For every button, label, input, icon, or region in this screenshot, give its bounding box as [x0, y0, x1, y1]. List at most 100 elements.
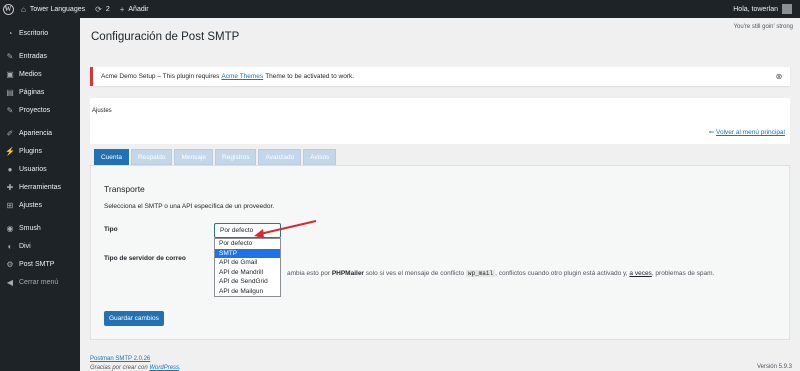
tab-registros[interactable]: Registros — [215, 149, 257, 165]
dashboard-icon: ◔ — [7, 28, 13, 38]
sidebar-item-escritorio[interactable]: ◔ Escritorio — [0, 24, 80, 42]
updates-icon: ⟳ — [95, 4, 102, 14]
sidebar-item-label: Cerrar menú — [19, 278, 59, 286]
error-notice: Acme Demo Setup – This plugin requires A… — [90, 67, 790, 86]
footer-thanks: Gracias por crear con — [90, 365, 148, 371]
back-link-label: Volver al menú principal — [715, 129, 785, 136]
sidebar-item-plugins[interactable]: ⚡ Plugins — [0, 142, 80, 160]
sidebar-item-label: Páginas — [19, 88, 45, 96]
new-label: Añadir — [128, 5, 149, 13]
tab-cuenta[interactable]: Cuenta — [94, 149, 129, 165]
tab-avisos[interactable]: Avisos — [303, 149, 337, 165]
site-name-link[interactable]: ⌂ Tower Languages — [16, 0, 90, 18]
wordpress-logo-menu[interactable]: W — [0, 0, 16, 18]
plugin-version-link[interactable]: Postman SMTP 2.0.26 — [90, 355, 181, 364]
tab-respaldo[interactable]: Respaldo — [130, 149, 173, 165]
select-value: Por defecto — [220, 227, 254, 234]
updates-link[interactable]: ⟳ 2 — [90, 0, 115, 18]
new-content-link[interactable]: + Añadir — [115, 0, 154, 18]
sidebar-item-label: Smush — [19, 224, 41, 232]
footer-left: Postman SMTP 2.0.26 Gracias por crear co… — [90, 355, 181, 371]
tab-mensaje[interactable]: Mensaje — [174, 149, 214, 165]
dismiss-icon[interactable]: ⊗ — [774, 71, 784, 81]
option-api-sendgrid[interactable]: API de SendGrid — [215, 277, 280, 287]
acme-themes-link[interactable]: Acme Themes — [221, 73, 263, 80]
sidebar-item-label: Ajustes — [19, 201, 42, 209]
option-api-mandrill[interactable]: API de Mandrill — [215, 268, 280, 278]
option-api-gmail[interactable]: API de Gmail — [215, 258, 280, 268]
gear-icon: ⚙ — [6, 259, 14, 269]
smush-icon: ◉ — [6, 223, 14, 233]
home-icon: ⌂ — [21, 4, 26, 14]
settings-panel: Ajustes ⇐ Volver al menú principal — [90, 98, 790, 144]
save-changes-button[interactable]: Guardar cambios — [104, 311, 164, 326]
sidebar-item-herramientas[interactable]: ✚ Herramientas — [0, 178, 80, 196]
sidebar-item-label: Escritorio — [19, 29, 49, 37]
sidebar-item-ajustes[interactable]: ⊞ Ajustes — [0, 196, 80, 214]
sidebar-item-label: Post SMTP — [19, 260, 55, 268]
brush-icon: ✐ — [6, 128, 14, 138]
main-content: You're still goin' strong Configuración … — [80, 18, 800, 371]
help-end: , problemas de spam. — [651, 270, 715, 277]
page-title: Configuración de Post SMTP — [91, 31, 240, 43]
sidebar-item-apariencia[interactable]: ✐ Apariencia — [0, 124, 80, 142]
back-to-main-menu-link[interactable]: ⇐ Volver al menú principal — [709, 128, 785, 136]
sidebar-item-label: Divi — [19, 242, 31, 250]
transport-type-select[interactable]: Por defecto ⌄ — [214, 223, 281, 238]
option-api-mailgun[interactable]: API de Mailgun — [215, 287, 280, 297]
sidebar-item-proyectos[interactable]: ✎ Proyectos — [0, 101, 80, 119]
tab-avanzado[interactable]: Avanzado — [258, 149, 302, 165]
sidebar-item-label: Medios — [19, 70, 42, 78]
sidebar-item-divi[interactable]: ◐ Divi — [0, 237, 80, 255]
pin-icon: ✎ — [6, 51, 14, 61]
panel-title: Ajustes — [92, 108, 112, 114]
notice-suffix: Theme to be activated to work. — [265, 73, 355, 80]
chevron-down-icon: ⌄ — [269, 227, 275, 234]
pages-icon: ▤ — [6, 87, 14, 97]
option-smtp[interactable]: SMTP — [215, 248, 280, 258]
sidebar-item-label: Apariencia — [19, 129, 53, 137]
mailer-help-text: ambia esto por PHPMailer solo si ves el … — [287, 270, 714, 277]
greeting: Hola, towerlan — [733, 5, 778, 13]
transport-form: Transporte Selecciona el SMTP o una API … — [90, 165, 790, 340]
sidebar-item-label: Herramientas — [19, 183, 62, 191]
sidebar-item-label: Entradas — [19, 52, 48, 60]
my-account-link[interactable]: Hola, towerlan — [728, 0, 800, 18]
hello-dolly-text: You're still goin' strong — [733, 24, 793, 30]
help-code: wp_mail — [465, 270, 496, 277]
admin-bar: W ⌂ Tower Languages ⟳ 2 + Añadir Hola, t… — [0, 0, 800, 18]
media-icon: ▣ — [6, 69, 14, 79]
sidebar-item-entradas[interactable]: ✎ Entradas — [0, 47, 80, 65]
help-mid2: , conflictos cuando otro plugin está act… — [495, 270, 628, 277]
wrench-icon: ✚ — [6, 182, 14, 192]
help-bold: PHPMailer — [331, 270, 364, 277]
sidebar-item-paginas[interactable]: ▤ Páginas — [0, 83, 80, 101]
wp-version: Versión 5.9.3 — [756, 364, 792, 370]
plugin-icon: ⚡ — [5, 146, 15, 156]
avatar — [782, 4, 792, 14]
plus-icon: + — [119, 4, 125, 14]
help-mid: solo si ves el mensaje de conflicto — [365, 270, 465, 277]
admin-sidebar: ◔ Escritorio ✎ Entradas ▣ Medios ▤ Páginas ✎… — [0, 18, 80, 371]
section-title: Transporte — [104, 184, 145, 194]
help-underline: a veces — [629, 270, 652, 277]
server-type-label: Tipo de servidor de correo — [104, 255, 186, 262]
back-arrow-icon: ⇐ — [708, 129, 716, 136]
type-label: Tipo — [104, 226, 118, 233]
sidebar-item-post-smtp[interactable]: ⚙ Post SMTP — [0, 255, 80, 273]
wordpress-link[interactable]: WordPress — [149, 365, 179, 371]
sidebar-item-smush[interactable]: ◉ Smush — [0, 219, 80, 237]
option-por-defecto[interactable]: Por defecto — [215, 239, 280, 249]
wordpress-icon: W — [2, 3, 14, 15]
pin-icon: ✎ — [6, 105, 14, 115]
site-name: Tower Languages — [29, 5, 86, 13]
sidebar-item-medios[interactable]: ▣ Medios — [0, 65, 80, 83]
divi-icon: ◐ — [7, 241, 13, 251]
sidebar-item-label: Usuarios — [19, 165, 47, 173]
transport-type-dropdown: Por defecto SMTP API de Gmail API de Man… — [214, 238, 281, 297]
sidebar-item-label: Proyectos — [19, 106, 51, 114]
notice-prefix: Acme Demo Setup – This plugin requires — [101, 73, 220, 80]
sidebar-item-usuarios[interactable]: ● Usuarios — [0, 160, 80, 178]
collapse-menu-button[interactable]: ◀ Cerrar menú — [0, 273, 80, 291]
sidebar-item-label: Plugins — [19, 147, 42, 155]
